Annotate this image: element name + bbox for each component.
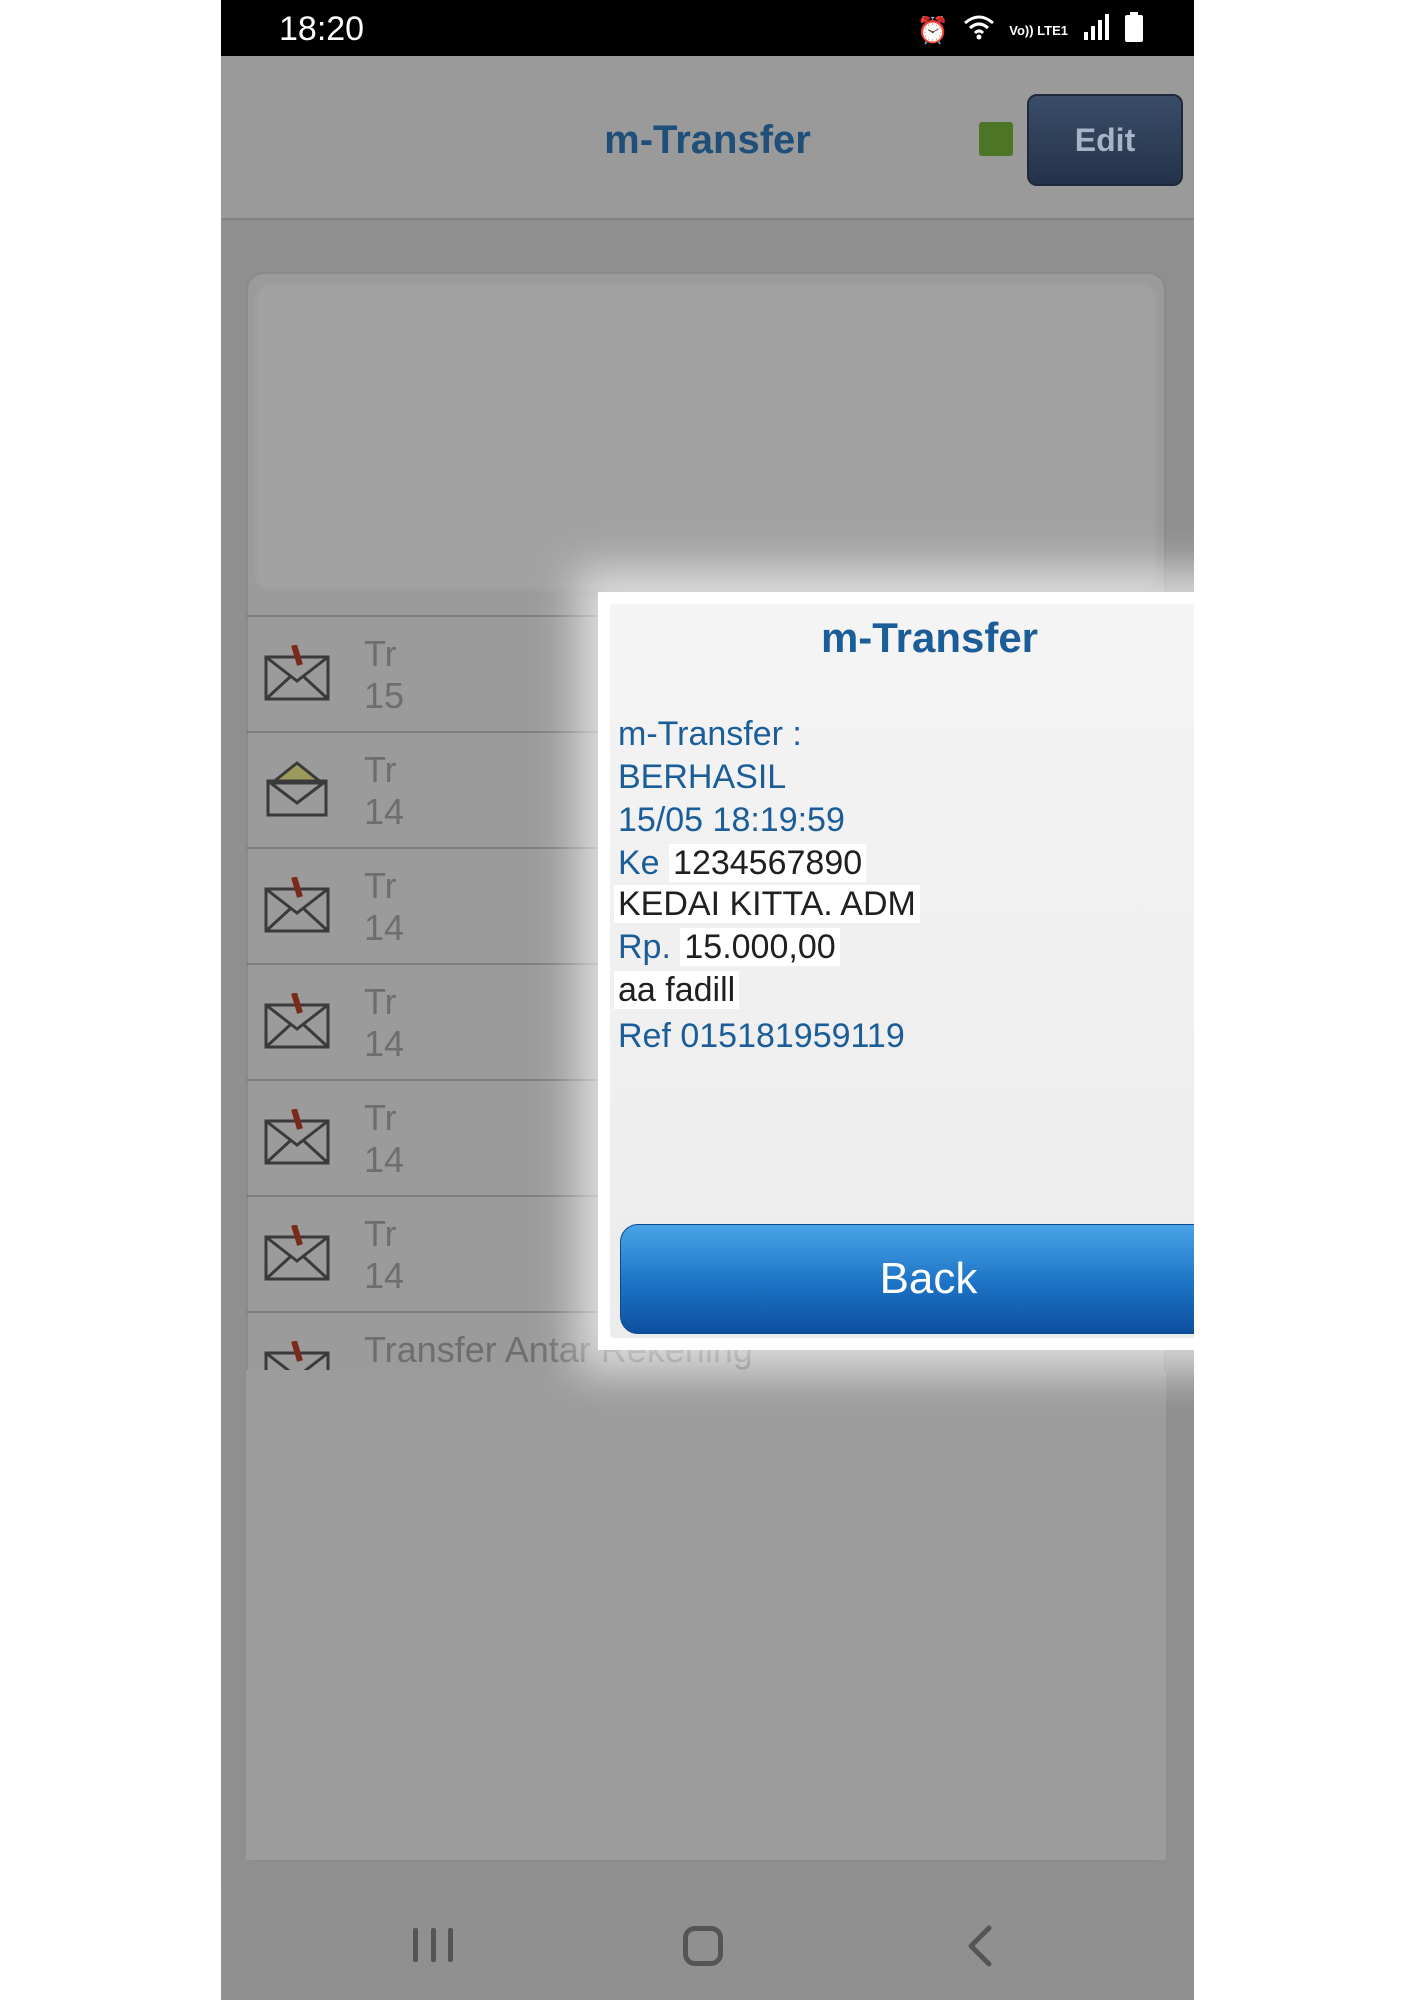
- volte-lte1-icon: Vo)) LTE1: [1009, 22, 1068, 38]
- list-item-text: Tr 14: [364, 1097, 405, 1180]
- recent-apps-icon[interactable]: [413, 1928, 453, 1962]
- transfer-datetime: 15/05 18:19:59: [618, 801, 845, 839]
- app-header: m-Transfer Edit: [221, 56, 1194, 220]
- list-item-text: Tr 15: [364, 633, 405, 716]
- envelope-alert-icon: [264, 877, 330, 933]
- system-nav-bar: [221, 1888, 1194, 2000]
- home-icon[interactable]: [683, 1926, 723, 1966]
- phone-screen: 18:20 ⏰ Vo)) LTE1 m-Transfer Edit Tr 15 T…: [221, 0, 1194, 2000]
- list-item-text: Tr 14: [364, 749, 405, 832]
- list-item-text: Tr 14: [364, 981, 405, 1064]
- back-button[interactable]: Back: [620, 1224, 1194, 1334]
- envelope-alert-icon: [264, 1341, 330, 1371]
- back-icon[interactable]: [961, 1924, 1001, 1968]
- destination-line: Ke 1234567890: [618, 843, 867, 883]
- transfer-note: aa fadill: [614, 970, 740, 1010]
- alarm-icon: ⏰: [916, 15, 950, 45]
- envelope-alert-icon: [264, 993, 330, 1049]
- list-item-text: Tr 14: [364, 1213, 405, 1296]
- dialog-title: m-Transfer: [820, 614, 1039, 661]
- message-header: m-Transfer :: [618, 715, 802, 753]
- transfer-amount: 15.000,00: [680, 928, 840, 966]
- transfer-result-dialog: m-Transfer m-Transfer : BERHASIL 15/05 1…: [598, 592, 1194, 1350]
- status-indicator: [979, 122, 1013, 156]
- list-item-text: Tr 14: [364, 865, 405, 948]
- dialog-body: m-Transfer m-Transfer : BERHASIL 15/05 1…: [610, 604, 1194, 1338]
- signal-icon: [1082, 14, 1110, 46]
- wifi-icon: [963, 13, 995, 47]
- status-bar: 18:20 ⏰ Vo)) LTE1: [221, 0, 1194, 56]
- blurred-region: [256, 285, 1156, 590]
- blurred-region: [246, 1370, 1166, 1860]
- reference-number: Ref 015181959119: [618, 1017, 905, 1055]
- envelope-open-icon: [266, 761, 328, 817]
- destination-label: Ke: [618, 844, 660, 882]
- battery-icon: [1124, 12, 1144, 48]
- currency-label: Rp.: [618, 928, 671, 966]
- envelope-alert-icon: [264, 1109, 330, 1165]
- status-time: 18:20: [279, 10, 365, 48]
- edit-button[interactable]: Edit: [1027, 94, 1183, 186]
- amount-line: Rp. 15.000,00: [618, 927, 840, 967]
- destination-account: 1234567890: [669, 844, 867, 882]
- transfer-status: BERHASIL: [618, 758, 787, 796]
- envelope-alert-icon: [264, 1225, 330, 1281]
- envelope-alert-icon: [264, 645, 330, 701]
- recipient-name: KEDAI KITTA. ADM: [614, 884, 920, 924]
- status-icons: ⏰ Vo)) LTE1: [917, 12, 1144, 48]
